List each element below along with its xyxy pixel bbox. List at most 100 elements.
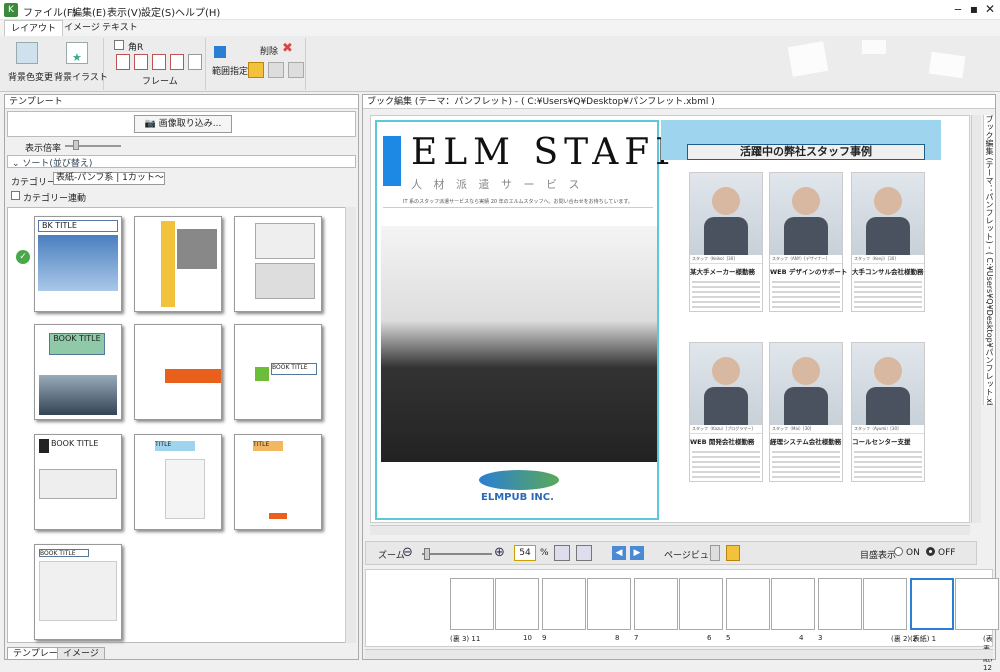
- staff-card-1[interactable]: スタッフ（Keiko）[30] 某大手メーカー様勤務: [689, 172, 763, 312]
- page-strip: (裏 3) 11109876543(裏 2) 2(表紙) 1(表表紙) 12: [365, 569, 999, 672]
- corner-label: 角R: [128, 43, 144, 53]
- book-decoration-3-icon: [928, 51, 966, 79]
- close-button[interactable]: ✕: [982, 1, 998, 17]
- category-select[interactable]: 表紙-パンフ系 | 1カット〜: [53, 172, 165, 185]
- illustration-icon[interactable]: ★: [66, 42, 88, 64]
- staff-caption: スタッフ（Kenji）[30]: [852, 255, 924, 264]
- tab-layout[interactable]: レイアウト: [4, 20, 64, 36]
- tab-images[interactable]: イメージ: [57, 647, 105, 660]
- delete-icon[interactable]: ✖: [282, 42, 296, 56]
- zoom-value-input[interactable]: 54: [514, 545, 536, 561]
- range-select-icon[interactable]: [248, 62, 264, 78]
- template-thumb-4[interactable]: BOOK TITLE: [34, 324, 122, 420]
- vertical-title: ブック編集 (テーマ：パンフレット) - ( C:¥Users¥Q¥Deskto…: [983, 115, 995, 405]
- check-icon: ✓: [16, 250, 30, 264]
- page-thumb-label: 4: [799, 634, 804, 642]
- bg-color-label[interactable]: 背景色変更: [8, 70, 53, 83]
- fit-page-icon[interactable]: [554, 545, 570, 561]
- import-image-button[interactable]: 📷 画像取り込み...: [134, 115, 232, 133]
- template-thumb-8[interactable]: TITLE: [134, 434, 222, 530]
- template-panel-title: テンプレート: [5, 95, 358, 109]
- zoom-out-icon[interactable]: ⊖: [402, 545, 413, 560]
- tab-text[interactable]: テキスト: [96, 20, 144, 36]
- on-radio[interactable]: [894, 547, 903, 556]
- template-thumb-6[interactable]: BOOK TITLE: [234, 324, 322, 420]
- template-title: TITLE: [253, 441, 283, 451]
- on-label: ON: [906, 548, 920, 558]
- category-link-label: カテゴリー連動: [23, 194, 87, 204]
- page-thumb[interactable]: [542, 578, 586, 630]
- template-title: BK TITLE: [38, 220, 118, 232]
- frame-style-1-icon[interactable]: [116, 54, 130, 70]
- page-thumb[interactable]: [863, 578, 907, 630]
- palette-icon[interactable]: [16, 42, 38, 64]
- right-page[interactable]: 活躍中の弊社スタッフ事例 スタッフ（Keiko）[30] 某大手メーカー様勤務 …: [661, 120, 967, 520]
- page-thumb-label: 7: [634, 634, 639, 642]
- page-thumb[interactable]: [726, 578, 770, 630]
- sort-bar[interactable]: ⌄ ソート(並び替え): [7, 155, 356, 169]
- page-thumbnails: (裏 3) 11109876543(裏 2) 2(表紙) 1(表表紙) 12: [450, 570, 999, 672]
- corner-checkbox[interactable]: [114, 40, 124, 50]
- staff-caption: スタッフ（ANY）[デザイナー]: [770, 255, 842, 264]
- template-scrollbar[interactable]: [345, 207, 356, 643]
- template-thumb-3[interactable]: [234, 216, 322, 312]
- page-thumb[interactable]: [450, 578, 494, 630]
- frame-style-5-icon[interactable]: [188, 54, 202, 70]
- hero-photo: [381, 226, 657, 462]
- range-select-3-icon[interactable]: [288, 62, 304, 78]
- import-image-label: 画像取り込み...: [158, 119, 222, 129]
- staff-card-5[interactable]: スタッフ（Mai）[30] 経理システム会社様勤務: [769, 342, 843, 482]
- canvas-scrollbar-v[interactable]: [971, 115, 981, 523]
- color-select-icon[interactable]: [214, 46, 226, 58]
- zoom-slider[interactable]: [422, 553, 492, 555]
- left-page[interactable]: ELM STAFF 人 材 派 遣 サ ー ビ ス IT 系のスタッフ派遣サービ…: [375, 120, 680, 520]
- page-thumb[interactable]: [955, 578, 999, 630]
- brand-accent: [383, 136, 401, 186]
- template-thumb-7[interactable]: BOOK TITLE: [34, 434, 122, 530]
- template-thumb-1[interactable]: BK TITLE: [34, 216, 122, 312]
- page-thumb-label: 6: [707, 634, 712, 642]
- page-strip-scrollbar[interactable]: [365, 649, 993, 659]
- zoom-in-icon[interactable]: ⊕: [494, 545, 505, 560]
- off-radio[interactable]: [926, 547, 935, 556]
- frame-style-4-icon[interactable]: [170, 54, 184, 70]
- page-thumb[interactable]: [495, 578, 539, 630]
- staff-card-2[interactable]: スタッフ（ANY）[デザイナー] WEB デザインのサポート: [769, 172, 847, 312]
- page-thumb[interactable]: [679, 578, 723, 630]
- zoom-slider-handle[interactable]: [424, 548, 430, 560]
- next-page-icon[interactable]: ▶: [630, 546, 644, 560]
- range-select-2-icon[interactable]: [268, 62, 284, 78]
- page-thumb[interactable]: [771, 578, 815, 630]
- staff-card-4[interactable]: スタッフ（Kazu）[プログラマー] WEB 開発会社様勤務: [689, 342, 763, 482]
- spread-page-icon[interactable]: [726, 545, 740, 561]
- single-page-icon[interactable]: [710, 545, 720, 561]
- template-thumb-9[interactable]: TITLE: [234, 434, 322, 530]
- page-thumb-label: 5: [726, 634, 731, 642]
- camera-icon: 📷: [144, 119, 159, 129]
- app-icon: K: [4, 3, 18, 17]
- page-thumb[interactable]: [910, 578, 954, 630]
- prev-page-icon[interactable]: ◀: [612, 546, 626, 560]
- frame-style-3-icon[interactable]: [152, 54, 166, 70]
- staff-card-6[interactable]: スタッフ（Ayumi）[30] コールセンター支援: [851, 342, 925, 482]
- page-thumb[interactable]: [587, 578, 631, 630]
- minimize-button[interactable]: ‒: [950, 1, 966, 17]
- bg-illust-label[interactable]: 背景イラスト: [54, 70, 108, 83]
- restore-button[interactable]: ▪: [966, 1, 982, 17]
- category-link-checkbox[interactable]: [11, 191, 20, 200]
- menu-help[interactable]: ヘルプ(H): [172, 3, 223, 20]
- page-canvas[interactable]: ELM STAFF 人 材 派 遣 サ ー ビ ス IT 系のスタッフ派遣サービ…: [370, 115, 970, 523]
- template-thumb-2[interactable]: [134, 216, 222, 312]
- canvas-scrollbar-h[interactable]: [370, 525, 970, 535]
- staff-card-3[interactable]: スタッフ（Kenji）[30] 大手コンサル会社様勤務: [851, 172, 925, 312]
- zoom-100-icon[interactable]: [576, 545, 592, 561]
- template-image-slot: [39, 469, 117, 499]
- template-thumb-10[interactable]: BOOK TITLE: [34, 544, 122, 640]
- zoom-rate-handle[interactable]: [73, 140, 79, 150]
- frame-style-2-icon[interactable]: [134, 54, 148, 70]
- page-thumb[interactable]: [818, 578, 862, 630]
- company-logo-icon: [479, 470, 559, 490]
- book-edit-panel: ブック編集 (テーマ：パンフレット) - ( C:¥Users¥Q¥Deskto…: [362, 94, 999, 672]
- page-thumb[interactable]: [634, 578, 678, 630]
- template-thumb-5[interactable]: [134, 324, 222, 420]
